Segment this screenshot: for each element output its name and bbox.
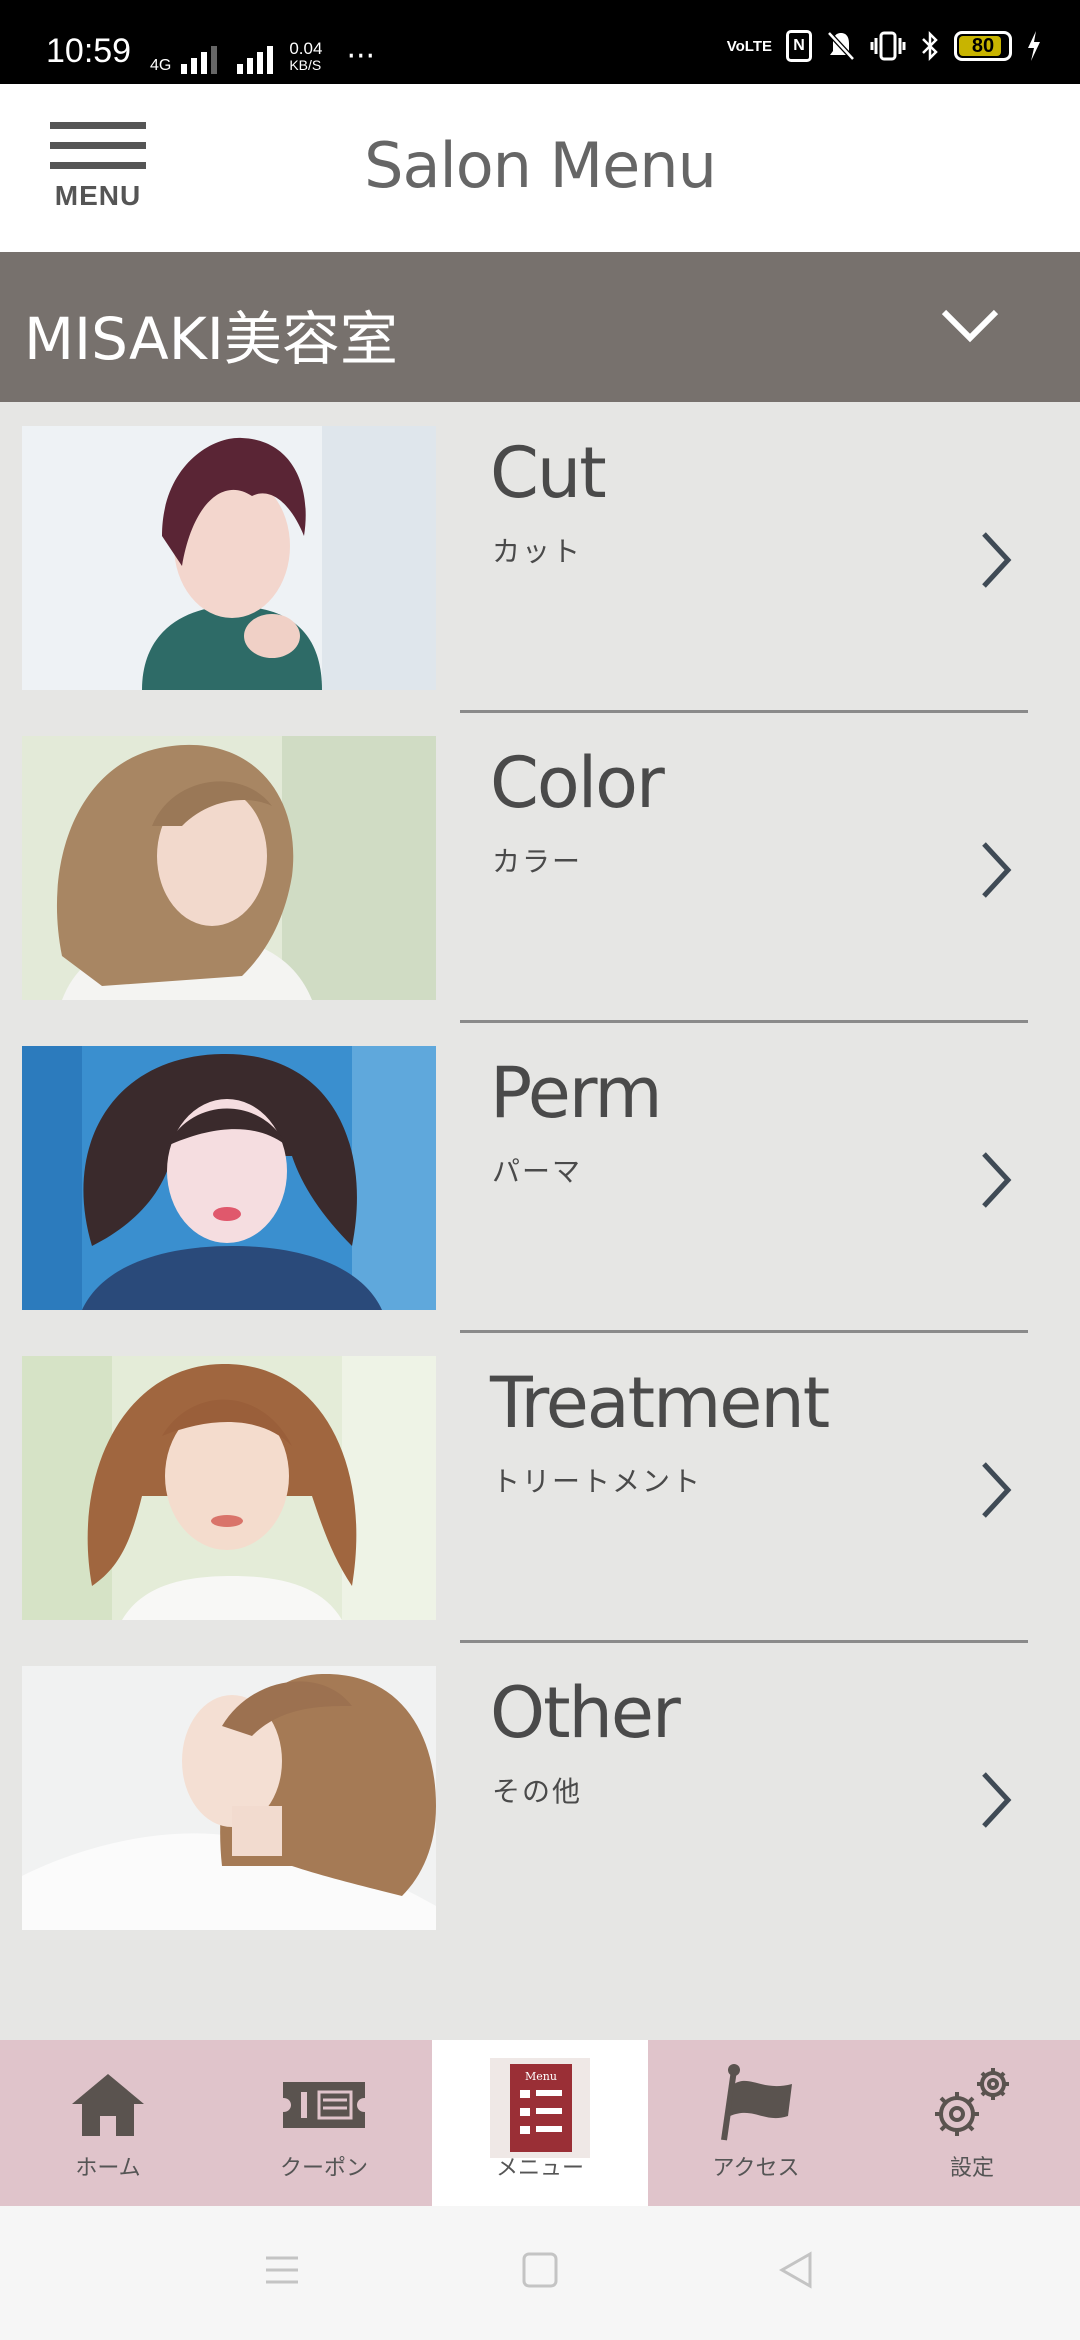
chevron-right-icon — [982, 532, 1012, 588]
menu-item-title: Other — [490, 1672, 681, 1754]
network-indicator: 4G — [150, 58, 171, 74]
flag-icon — [721, 2064, 792, 2141]
status-time: 10:59 — [46, 32, 132, 70]
network-type: 4G — [150, 57, 172, 74]
back-triangle-icon[interactable] — [776, 2250, 816, 2290]
settings-icon — [935, 2068, 1009, 2136]
menu-item-subtitle: その他 — [492, 1775, 583, 1808]
menu-item-subtitle: トリートメント — [492, 1465, 703, 1498]
tab-home[interactable]: ホーム — [0, 2040, 216, 2206]
coupon-icon — [283, 2082, 365, 2128]
chevron-right-icon — [982, 1772, 1012, 1828]
menu-item-title: Color — [490, 742, 665, 824]
battery-icon: 80 — [954, 31, 1012, 61]
tab-label: メニュー — [495, 2156, 584, 2181]
menu-item-subtitle: パーマ — [492, 1155, 583, 1188]
home-square-icon[interactable] — [520, 2250, 560, 2290]
salon-selector[interactable]: MISAKI美容室 — [0, 252, 1080, 402]
status-bar: 10:59 4G 0.04 KB/S ··· VoLTE N 80 — [0, 0, 1080, 84]
menu-item-cut[interactable]: Cut カット — [0, 402, 1080, 713]
tab-menu[interactable]: Menu メニュー — [432, 2040, 648, 2206]
tab-label: アクセス — [712, 2156, 800, 2181]
cut-photo — [22, 426, 436, 690]
menu-item-title: Cut — [490, 432, 607, 514]
signal-icon-2 — [237, 44, 274, 74]
menu-item-color[interactable]: Color カラー — [0, 712, 1080, 1023]
menu-item-other[interactable]: Other その他 — [0, 1642, 1080, 1952]
chevron-right-icon — [982, 1152, 1012, 1208]
nfc-icon: N — [786, 30, 812, 62]
recents-menu-icon[interactable] — [262, 2250, 302, 2290]
app-header: MENU Salon Menu — [0, 84, 1080, 252]
menu-item-title: Perm — [490, 1052, 663, 1134]
menu-book-icon: Menu — [490, 2058, 590, 2158]
charging-icon — [1028, 31, 1040, 61]
speed-indicator: 0.04 KB/S — [289, 40, 322, 74]
menu-item-treatment[interactable]: Treatment トリートメント — [0, 1332, 1080, 1643]
menu-item-perm[interactable]: Perm パーマ — [0, 1022, 1080, 1333]
battery-level: 80 — [971, 35, 995, 57]
bluetooth-icon — [922, 30, 938, 62]
signal-icon — [181, 44, 218, 74]
status-left-icons: 4G 0.04 KB/S ··· — [150, 34, 375, 74]
menu-book-badge: Menu — [525, 2070, 557, 2083]
menu-item-title: Treatment — [490, 1362, 830, 1444]
chevron-right-icon — [982, 1462, 1012, 1518]
mute-bell-icon — [827, 31, 855, 61]
volte-icon: VoLTE — [726, 37, 772, 55]
hamburger-bar — [50, 122, 146, 129]
menu-item-subtitle: カラー — [492, 845, 583, 878]
speed-value: 0.04 — [289, 39, 323, 58]
salon-name: MISAKI美容室 — [24, 305, 398, 373]
tab-label: クーポン — [279, 2156, 368, 2181]
tab-label: 設定 — [949, 2156, 994, 2181]
tab-settings[interactable]: 設定 — [864, 2040, 1080, 2206]
treatment-photo — [22, 1356, 436, 1620]
page-title: Salon Menu — [364, 129, 717, 202]
more-dots: ··· — [346, 39, 376, 74]
color-photo — [22, 736, 436, 1000]
tab-coupon[interactable]: クーポン — [216, 2040, 432, 2206]
tab-access[interactable]: アクセス — [648, 2040, 864, 2206]
home-icon — [72, 2074, 144, 2136]
vibrate-icon — [870, 31, 906, 61]
chevron-down-icon — [941, 309, 999, 343]
speed-unit: KB/S — [289, 57, 322, 73]
bottom-tab-bar: ホーム クーポン Menu メニュー アクセス 設定 — [0, 2040, 1080, 2206]
chevron-right-icon — [982, 842, 1012, 898]
menu-item-subtitle: カット — [492, 535, 583, 568]
other-photo — [22, 1666, 436, 1930]
perm-photo — [22, 1046, 436, 1310]
system-nav-bar — [0, 2206, 1080, 2340]
status-right-icons: VoLTE N 80 — [727, 30, 1042, 62]
tab-label: ホーム — [75, 2156, 141, 2181]
